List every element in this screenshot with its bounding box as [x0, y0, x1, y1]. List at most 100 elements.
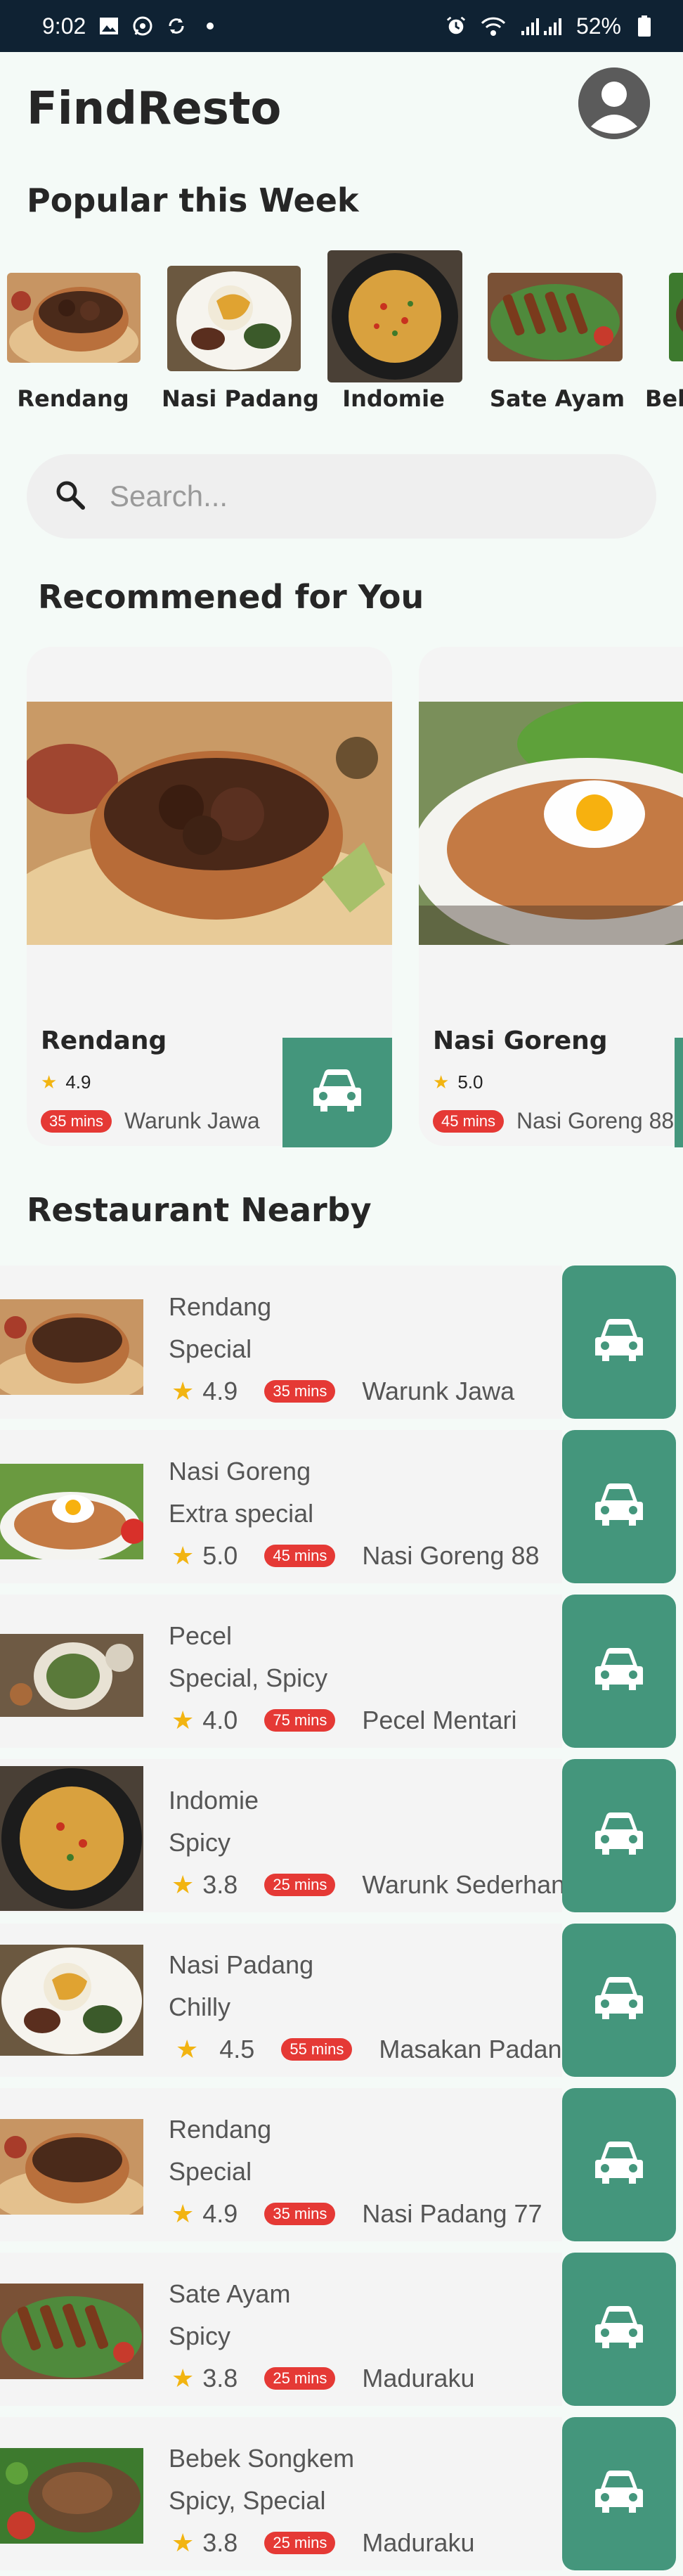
nearby-list-item[interactable]: Pecel Special, Spicy ★ 4.0 75 mins Pecel… [0, 1595, 683, 1748]
recommended-card[interactable]: Nasi Goreng ★ 5.0 45 mins Nasi Goreng 88 [419, 647, 683, 1147]
nearby-list-item[interactable]: Nasi Goreng Extra special ★ 5.0 45 mins … [0, 1430, 683, 1583]
directions-button[interactable] [562, 1430, 676, 1583]
restaurant-name: Warunk Jawa [124, 1108, 260, 1133]
nearby-section-title: Restaurant Nearby [27, 1191, 372, 1229]
restaurant-name: Warunk Sederhana [362, 1870, 580, 1899]
star-icon: ★ [171, 1706, 195, 1734]
nearby-item-desc: Spicy, Special [169, 2486, 326, 2515]
nearby-item-desc: Special [169, 2157, 252, 2186]
star-icon: ★ [41, 1071, 58, 1093]
nearby-item-name: Rendang [169, 2115, 272, 2144]
nearby-item-name: Pecel [169, 1621, 233, 1650]
directions-button[interactable] [675, 1038, 683, 1147]
car-icon [591, 1316, 647, 1369]
directions-button[interactable] [562, 2088, 676, 2241]
nearby-list-item[interactable]: Nasi Padang Chilly ★ 4.5 55 mins Masakan… [0, 1924, 683, 2077]
popular-item-label: Rendang [17, 385, 129, 412]
star-icon: ★ [171, 2528, 195, 2557]
nearby-list-item[interactable]: Rendang Special ★ 4.9 35 mins Warunk Jaw… [0, 1266, 683, 1419]
directions-button[interactable] [562, 1759, 676, 1912]
popular-section-title: Popular this Week [27, 181, 359, 219]
nasi-padang-image [167, 266, 301, 371]
popular-item-label: Sate Ayam [489, 385, 625, 412]
sate-ayam-image [0, 2284, 143, 2379]
nasi-goreng-image [0, 1464, 143, 1559]
status-time: 9:02 [42, 13, 86, 39]
image-icon [98, 15, 119, 37]
nasi-padang-image [0, 1945, 143, 2056]
restaurant-name: Nasi Goreng 88 [362, 1541, 540, 1570]
nearby-list-item[interactable]: Bebek Songkem Spicy, Special ★ 3.8 25 mi… [0, 2417, 683, 2570]
recommended-card[interactable]: Rendang ★ 4.9 35 mins Warunk Jawa [27, 647, 392, 1147]
status-left: 9:02 [42, 13, 221, 39]
nearby-item-name: Nasi Goreng [169, 1457, 311, 1486]
recommended-card-name: Rendang [41, 1026, 167, 1055]
nearby-list-item[interactable]: Indomie Spicy ★ 3.8 25 mins Warunk Seder… [0, 1759, 683, 1912]
star-icon: ★ [176, 2035, 199, 2063]
directions-button[interactable] [562, 1595, 676, 1748]
nearby-item-meta: ★ 4.9 35 mins Nasi Padang 77 [171, 2199, 542, 2229]
bebek-songkem-image [0, 2448, 143, 2544]
pecel-image [0, 1634, 143, 1717]
nearby-item-desc: Spicy [169, 1828, 231, 1857]
recommended-carousel[interactable]: Rendang ★ 4.9 35 mins Warunk Jawa Nasi G… [0, 647, 683, 1153]
battery-icon [634, 15, 655, 37]
nearby-item-desc: Special, Spicy [169, 1663, 328, 1692]
time-badge: 45 mins [433, 1109, 505, 1133]
car-icon [591, 1481, 647, 1533]
nearby-item-meta: ★ 5.0 45 mins Nasi Goreng 88 [171, 1541, 540, 1571]
rating-value: 4.0 [202, 1706, 238, 1734]
nearby-item-desc: Extra special [169, 1499, 314, 1528]
battery-percent: 52% [575, 13, 621, 39]
popular-item-label: Nasi Padang [162, 385, 319, 412]
nearby-item-meta: ★ 4.9 35 mins Warunk Jawa [171, 1377, 514, 1406]
time-badge: 35 mins [264, 1380, 336, 1403]
star-icon: ★ [433, 1071, 450, 1093]
indomie-image [0, 1766, 143, 1911]
search-bar[interactable] [27, 454, 656, 539]
car-icon [591, 1974, 647, 2027]
profile-avatar-icon[interactable] [578, 67, 650, 139]
nearby-item-meta: ★ 4.0 75 mins Pecel Mentari [171, 1706, 516, 1735]
whatsapp-icon [132, 15, 153, 37]
directions-button[interactable] [562, 2253, 676, 2406]
time-badge: 25 mins [264, 1874, 336, 1896]
restaurant-name: Warunk Jawa [362, 1377, 515, 1405]
nearby-list-item[interactable]: Rendang Special ★ 4.9 35 mins Nasi Padan… [0, 2088, 683, 2241]
restaurant-name: Nasi Goreng 88 [516, 1108, 675, 1133]
nearby-item-name: Indomie [169, 1786, 259, 1815]
star-icon: ★ [171, 1377, 195, 1405]
restaurant-name: Masakan Padang [379, 2035, 576, 2063]
nearby-item-name: Sate Ayam [169, 2279, 291, 2308]
directions-button[interactable] [562, 2417, 676, 2570]
sate-ayam-image [488, 273, 623, 361]
recommended-card-meta: 35 mins Warunk Jawa [41, 1108, 260, 1134]
time-badge: 35 mins [264, 2203, 336, 2225]
directions-button[interactable] [282, 1038, 392, 1147]
rendang-image [7, 273, 141, 363]
recommended-section-title: Recommened for You [38, 578, 424, 616]
nearby-item-meta: ★ 4.5 55 mins Masakan Padang [176, 2035, 576, 2064]
nearby-item-meta: ★ 3.8 25 mins Warunk Sederhana [171, 1870, 579, 1900]
signal-icon [520, 15, 564, 37]
nearby-item-name: Nasi Padang [169, 1950, 314, 1979]
nearby-item-desc: Chilly [169, 1992, 231, 2021]
rendang-image [0, 1299, 143, 1395]
search-icon [55, 479, 86, 514]
popular-item-label: Indomie [342, 385, 445, 412]
rating-value: 3.8 [202, 1870, 238, 1899]
restaurant-name: Maduraku [362, 2528, 475, 2557]
car-icon [591, 1810, 647, 1862]
sync-icon [166, 15, 187, 37]
directions-button[interactable] [562, 1924, 676, 2077]
car-icon [591, 2468, 647, 2520]
nearby-list-item[interactable]: Sate Ayam Spicy ★ 3.8 25 mins Maduraku [0, 2253, 683, 2406]
search-input[interactable] [110, 479, 601, 513]
recommended-card-rating: ★ 5.0 [433, 1071, 483, 1093]
indomie-image [327, 250, 462, 382]
star-icon: ★ [171, 2199, 195, 2228]
recommended-card-meta: 45 mins Nasi Goreng 88 [433, 1108, 674, 1134]
directions-button[interactable] [562, 1266, 676, 1419]
nasi-goreng-image [419, 702, 683, 945]
popular-carousel[interactable]: Rendang Nasi Padang Indomie Sate Ayam Be [0, 246, 683, 422]
